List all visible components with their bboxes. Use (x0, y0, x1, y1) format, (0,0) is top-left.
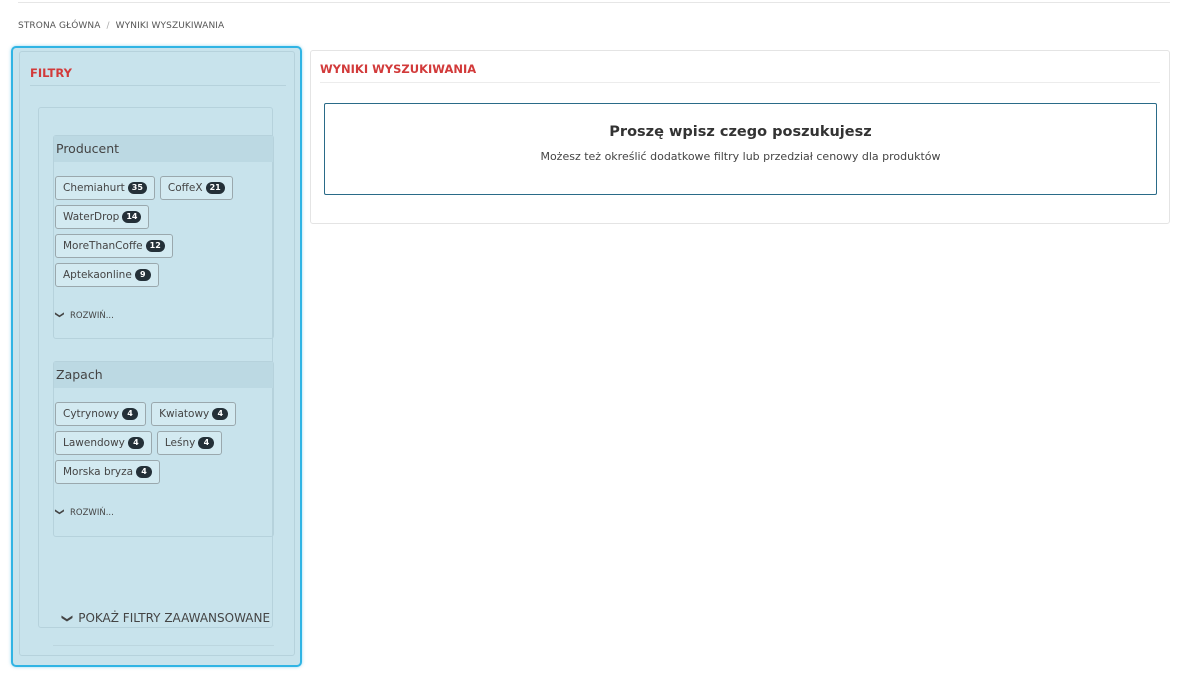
filter-tag-morska-bryza[interactable]: Morska bryza 4 (55, 460, 161, 484)
expand-producent-button[interactable]: ❯ ROZWIŃ... (54, 311, 273, 321)
filter-tag-kwiatowy[interactable]: Kwiatowy 4 (151, 402, 237, 426)
filters-panel: FILTRY Producent Chemiahurt 35 CoffeX 21… (11, 46, 302, 667)
filters-box: Producent Chemiahurt 35 CoffeX 21 WaterD… (38, 107, 274, 646)
filter-tag-label: Kwiatowy (159, 408, 210, 420)
advanced-filters-label: POKAŻ FILTRY ZAAWANSOWANE (78, 611, 271, 625)
filter-tag-lesny[interactable]: Leśny 4 (156, 431, 223, 455)
filter-count-badge: 9 (134, 269, 151, 281)
filters-panel-inner: FILTRY Producent Chemiahurt 35 CoffeX 21… (19, 51, 295, 656)
filter-count-badge: 4 (198, 437, 215, 449)
advanced-divider (53, 645, 274, 646)
filter-tag-label: Aptekaonline (63, 269, 132, 281)
expand-label: ROZWIŃ... (70, 508, 114, 518)
filter-count-badge: 12 (145, 240, 165, 252)
filter-tag-coffex[interactable]: CoffeX 21 (159, 176, 233, 200)
notice-heading: Proszę wpisz czego poszukujesz (609, 124, 872, 140)
filter-group-title: Producent (54, 136, 273, 162)
filter-group-producent: Producent Chemiahurt 35 CoffeX 21 WaterD… (53, 135, 274, 339)
filter-tag-lawendowy[interactable]: Lawendowy 4 (55, 431, 152, 455)
filter-tag-label: CoffeX (167, 182, 203, 194)
filter-tag-cytrynowy[interactable]: Cytrynowy 4 (55, 402, 147, 426)
breadcrumb-home-link[interactable]: STRONA GŁÓWNA (18, 21, 101, 31)
filter-count-badge: 4 (127, 437, 144, 449)
filter-tag-label: Leśny (164, 437, 196, 449)
show-advanced-filters-button[interactable]: ❯ POKAŻ FILTRY ZAAWANSOWANE (61, 611, 271, 625)
filter-tag-chemiahurt[interactable]: Chemiahurt 35 (55, 176, 155, 200)
notice-text: Możesz też określić dodatkowe filtry lub… (540, 150, 941, 163)
filter-count-badge: 14 (122, 211, 142, 223)
breadcrumb-current: WYNIKI WYSZUKIWANIA (115, 21, 225, 31)
results-title: WYNIKI WYSZUKIWANIA (320, 62, 477, 76)
filter-tag-morethancoffe[interactable]: MoreThanCoffe 12 (55, 234, 173, 258)
chevron-down-icon: ❯ (54, 508, 64, 516)
filter-count-badge: 4 (212, 408, 229, 420)
filter-count-badge: 4 (136, 466, 153, 478)
breadcrumb: STRONA GŁÓWNA / WYNIKI WYSZUKIWANIA (18, 19, 224, 33)
filter-count-badge: 35 (127, 182, 147, 194)
filter-tag-list: Chemiahurt 35 CoffeX 21 WaterDrop 14 Mor… (54, 162, 244, 287)
filter-tag-list: Cytrynowy 4 Kwiatowy 4 Lawendowy 4 Leśny… (54, 388, 254, 484)
chevron-down-icon: ❯ (54, 311, 64, 319)
filter-tag-label: Morska bryza (63, 466, 134, 478)
breadcrumb-separator: / (106, 21, 110, 31)
filter-tag-label: Chemiahurt (63, 182, 125, 194)
filter-tag-label: Lawendowy (63, 437, 125, 449)
results-title-divider (320, 82, 1160, 83)
expand-zapach-button[interactable]: ❯ ROZWIŃ... (54, 508, 273, 518)
filter-group-zapach: Zapach Cytrynowy 4 Kwiatowy 4 Lawendowy … (53, 361, 274, 537)
chevron-down-icon: ❯ (61, 613, 75, 623)
filter-count-badge: 4 (122, 408, 139, 420)
search-results-panel: WYNIKI WYSZUKIWANIA Proszę wpisz czego p… (310, 50, 1170, 224)
filter-tag-label: MoreThanCoffe (63, 240, 143, 252)
filter-tag-label: Cytrynowy (63, 408, 120, 420)
empty-query-notice: Proszę wpisz czego poszukujesz Możesz te… (324, 103, 1157, 195)
filters-title-divider (30, 85, 286, 86)
expand-label: ROZWIŃ... (70, 311, 114, 321)
filter-count-badge: 21 (205, 182, 225, 194)
filter-tag-aptekaonline[interactable]: Aptekaonline 9 (55, 263, 159, 287)
top-divider (18, 2, 1170, 3)
filter-group-title: Zapach (54, 362, 273, 388)
filter-tag-waterdrop[interactable]: WaterDrop 14 (55, 205, 150, 229)
filters-title: FILTRY (30, 66, 72, 80)
filter-tag-label: WaterDrop (63, 211, 120, 223)
